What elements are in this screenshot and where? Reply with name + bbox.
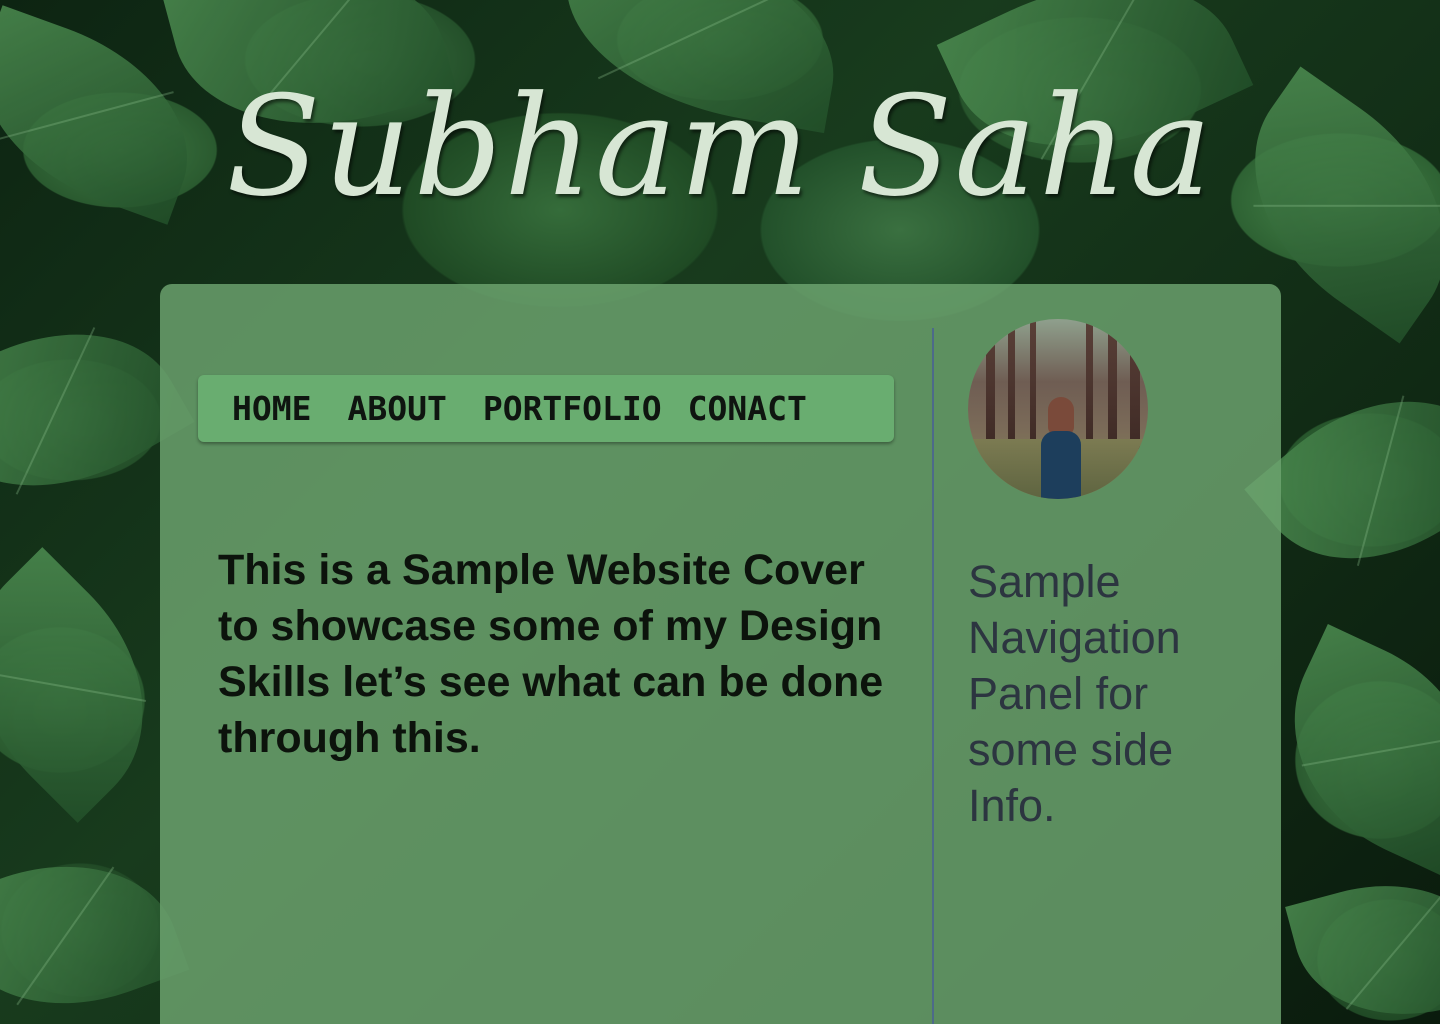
sidebar-info-text: Sample Navigation Panel for some side In… — [968, 556, 1181, 831]
tree-trunk — [1108, 319, 1117, 449]
nav-item-contact[interactable]: CONACT — [688, 389, 807, 428]
nav-item-home[interactable]: HOME — [232, 389, 311, 428]
top-navigation: HOME ABOUT PORTFOLIO CONACT — [198, 375, 894, 442]
person-head — [1048, 397, 1074, 435]
nav-item-portfolio[interactable]: PORTFOLIO — [483, 389, 662, 428]
avatar — [968, 319, 1148, 499]
tree-trunk — [1008, 319, 1015, 449]
vertical-divider — [932, 328, 934, 1024]
site-title: Subham Saha — [226, 66, 1214, 227]
main-card: HOME ABOUT PORTFOLIO CONACT This is a Sa… — [160, 284, 1281, 1024]
person-body — [1041, 431, 1081, 499]
tree-trunk — [1086, 319, 1093, 449]
nav-item-about[interactable]: ABOUT — [347, 389, 446, 428]
intro-text: This is a Sample Website Cover to showca… — [218, 546, 884, 762]
tree-trunk — [986, 319, 995, 449]
tree-trunk — [1030, 319, 1036, 449]
leaf-decoration — [1285, 857, 1440, 1024]
tree-trunk — [1130, 319, 1140, 449]
